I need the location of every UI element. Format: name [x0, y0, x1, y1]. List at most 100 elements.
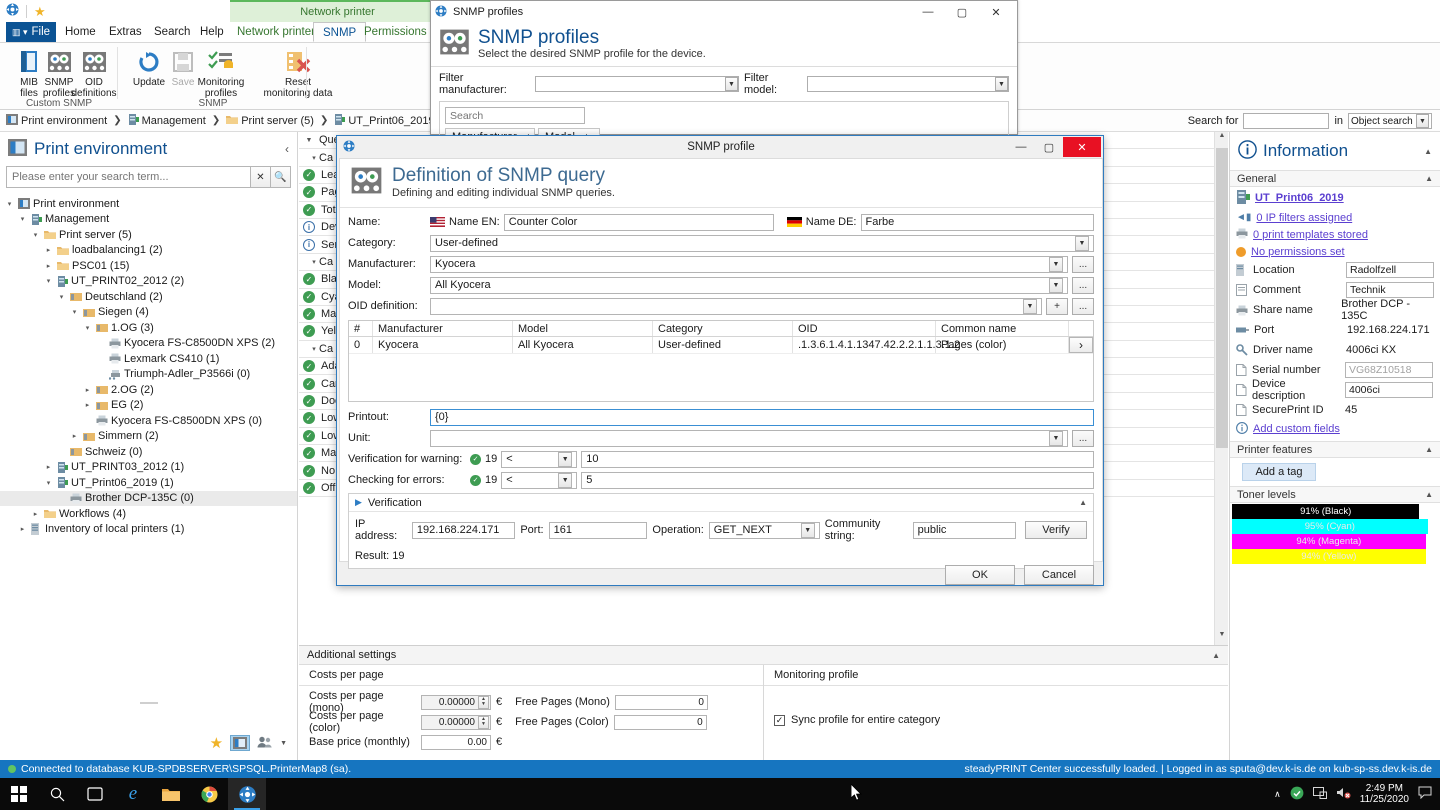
- chevron-right-icon[interactable]: ▸: [69, 432, 80, 440]
- tree-item[interactable]: ▾1.OG (3): [0, 320, 297, 336]
- close-button[interactable]: ✕: [979, 2, 1013, 23]
- chevron-down-icon[interactable]: ▼: [1049, 431, 1063, 446]
- chevron-down-icon[interactable]: ▾: [299, 345, 319, 353]
- maximize-button[interactable]: ▢: [1035, 137, 1063, 157]
- chevron-down-icon[interactable]: ▼: [1416, 114, 1429, 128]
- print-environment-tree[interactable]: ▾Print environment▾Management▾Print serv…: [0, 196, 297, 700]
- column-header-model[interactable]: Model: [513, 321, 653, 336]
- oid-add-button[interactable]: +: [1046, 298, 1068, 315]
- printout-input[interactable]: {0}: [430, 409, 1094, 426]
- model-browse-button[interactable]: ...: [1072, 277, 1094, 294]
- verification-header[interactable]: ▶ Verification ▲: [349, 494, 1093, 512]
- search-scope-select[interactable]: Object search ▼: [1348, 113, 1432, 129]
- column-header-oid[interactable]: OID: [793, 321, 936, 336]
- tab-permissions[interactable]: Permissions: [355, 22, 436, 42]
- tree-item[interactable]: ▾UT_PRINT02_2012 (2): [0, 274, 297, 290]
- tree-item[interactable]: ▾Siegen (4): [0, 305, 297, 321]
- operation-select[interactable]: GET_NEXT ▼: [709, 522, 820, 539]
- column-header-category[interactable]: Category: [653, 321, 793, 336]
- close-button[interactable]: ✕: [1063, 137, 1101, 157]
- chevron-down-icon[interactable]: ▾: [17, 215, 28, 223]
- port-input[interactable]: 161: [549, 522, 648, 539]
- ok-button[interactable]: OK: [945, 565, 1015, 585]
- taskbar-search-icon[interactable]: [38, 778, 76, 810]
- chevron-down-icon[interactable]: ▼: [801, 523, 815, 538]
- chevron-right-icon[interactable]: ▸: [43, 246, 54, 254]
- collapse-sidebar-icon[interactable]: ‹: [285, 142, 289, 156]
- favorite-star-icon[interactable]: ★: [210, 734, 223, 752]
- breadcrumb-item-print-environment[interactable]: Print environment❯: [6, 114, 125, 128]
- info-field-value[interactable]: VG68Z10518: [1345, 362, 1433, 378]
- chevron-down-icon[interactable]: ▼: [280, 740, 287, 747]
- minimize-button[interactable]: —: [911, 2, 945, 23]
- chevron-down-icon[interactable]: ▼: [725, 77, 738, 91]
- device-name-link[interactable]: UT_Print06_2019: [1255, 192, 1344, 204]
- dialog-titlebar[interactable]: SNMP profile — ▢ ✕: [337, 136, 1103, 158]
- filter-manufacturer-select[interactable]: ▼: [535, 76, 739, 92]
- chevron-down-icon[interactable]: ▾: [299, 258, 319, 266]
- minimize-button[interactable]: —: [1007, 137, 1035, 157]
- name-en-input[interactable]: Counter Color: [504, 214, 774, 231]
- tree-item[interactable]: ▾Deutschland (2): [0, 289, 297, 305]
- chrome-icon[interactable]: [190, 778, 228, 810]
- action-center-icon[interactable]: [1418, 786, 1432, 802]
- start-button[interactable]: [0, 778, 38, 810]
- chevron-down-icon[interactable]: ▼: [1023, 299, 1037, 314]
- tree-item[interactable]: Kyocera FS-C8500DN XPS (2): [0, 336, 297, 352]
- model-select[interactable]: All Kyocera ▼: [430, 277, 1068, 294]
- chevron-up-icon[interactable]: ▲: [1212, 651, 1220, 660]
- ribbon-oid-definitions-button[interactable]: OID definitions: [66, 47, 122, 99]
- stepper-arrows-icon[interactable]: ▲▼: [478, 696, 489, 709]
- print-templates-link[interactable]: 0 print templates stored: [1253, 229, 1368, 241]
- taskbar-clock[interactable]: 2:49 PM 11/25/2020: [1360, 783, 1409, 805]
- chevron-down-icon[interactable]: ▼: [1049, 257, 1063, 272]
- chevron-down-icon[interactable]: ▼: [1075, 236, 1089, 251]
- chevron-up-icon[interactable]: ▲: [1425, 445, 1433, 454]
- tree-item[interactable]: Lexmark CS410 (1): [0, 351, 297, 367]
- stepper-arrows-icon[interactable]: ▲▼: [478, 716, 489, 729]
- chevron-right-icon[interactable]: ▸: [82, 401, 93, 409]
- favorite-star-icon[interactable]: ★: [34, 5, 46, 18]
- manufacturer-select[interactable]: Kyocera ▼: [430, 256, 1068, 273]
- cancel-button[interactable]: Cancel: [1024, 565, 1094, 585]
- tree-item[interactable]: ▸UT_PRINT03_2012 (1): [0, 460, 297, 476]
- chevron-down-icon[interactable]: ▼: [1049, 278, 1063, 293]
- chevron-down-icon[interactable]: ▼: [995, 77, 1008, 91]
- community-string-input[interactable]: public: [913, 522, 1017, 539]
- display-icon[interactable]: [1313, 787, 1327, 802]
- scroll-up-icon[interactable]: ▲: [1216, 132, 1228, 146]
- chevron-right-icon[interactable]: ▸: [30, 510, 41, 518]
- chevron-up-icon[interactable]: ▲: [1425, 174, 1433, 183]
- add-tag-button[interactable]: Add a tag: [1242, 463, 1316, 481]
- tree-item[interactable]: ▸2.OG (2): [0, 382, 297, 398]
- chevron-up-icon[interactable]: ▲: [1425, 490, 1433, 499]
- tree-item[interactable]: ▸EG (2): [0, 398, 297, 414]
- error-threshold-input[interactable]: 5: [581, 472, 1094, 489]
- network-icon[interactable]: [1290, 786, 1304, 803]
- tree-item[interactable]: ▸Simmern (2): [0, 429, 297, 445]
- chevron-up-icon[interactable]: ▲: [1424, 147, 1432, 156]
- task-view-icon[interactable]: [76, 778, 114, 810]
- permissions-link[interactable]: No permissions set: [1251, 246, 1345, 258]
- print-environment-view-icon[interactable]: [231, 736, 249, 750]
- cost-color-stepper[interactable]: 0.00000▲▼: [421, 715, 491, 730]
- search-icon[interactable]: 🔍: [271, 166, 291, 188]
- warning-threshold-input[interactable]: 10: [581, 451, 1094, 468]
- tree-item[interactable]: ▾Print server (5): [0, 227, 297, 243]
- chevron-down-icon[interactable]: ▾: [30, 231, 41, 239]
- resize-handle[interactable]: [140, 702, 158, 704]
- scrollbar-thumb[interactable]: [1216, 148, 1228, 448]
- ip-address-input[interactable]: 192.168.224.171: [412, 522, 516, 539]
- tab-extras[interactable]: Extras: [100, 22, 151, 42]
- sidebar-search-input[interactable]: [6, 166, 251, 188]
- chevron-down-icon[interactable]: ▼: [558, 452, 572, 467]
- tree-item[interactable]: Schweiz (0): [0, 444, 297, 460]
- info-field-value[interactable]: Technik: [1346, 282, 1434, 298]
- category-select[interactable]: User-defined ▼: [430, 235, 1094, 252]
- verify-button[interactable]: Verify: [1025, 521, 1087, 539]
- tab-file[interactable]: ▥ ▾ File: [6, 22, 56, 42]
- file-explorer-icon[interactable]: [152, 778, 190, 810]
- scroll-down-icon[interactable]: ▼: [1216, 631, 1228, 645]
- profiles-search-input[interactable]: [445, 107, 585, 124]
- column-header-manufacturer[interactable]: Manufacturer: [373, 321, 513, 336]
